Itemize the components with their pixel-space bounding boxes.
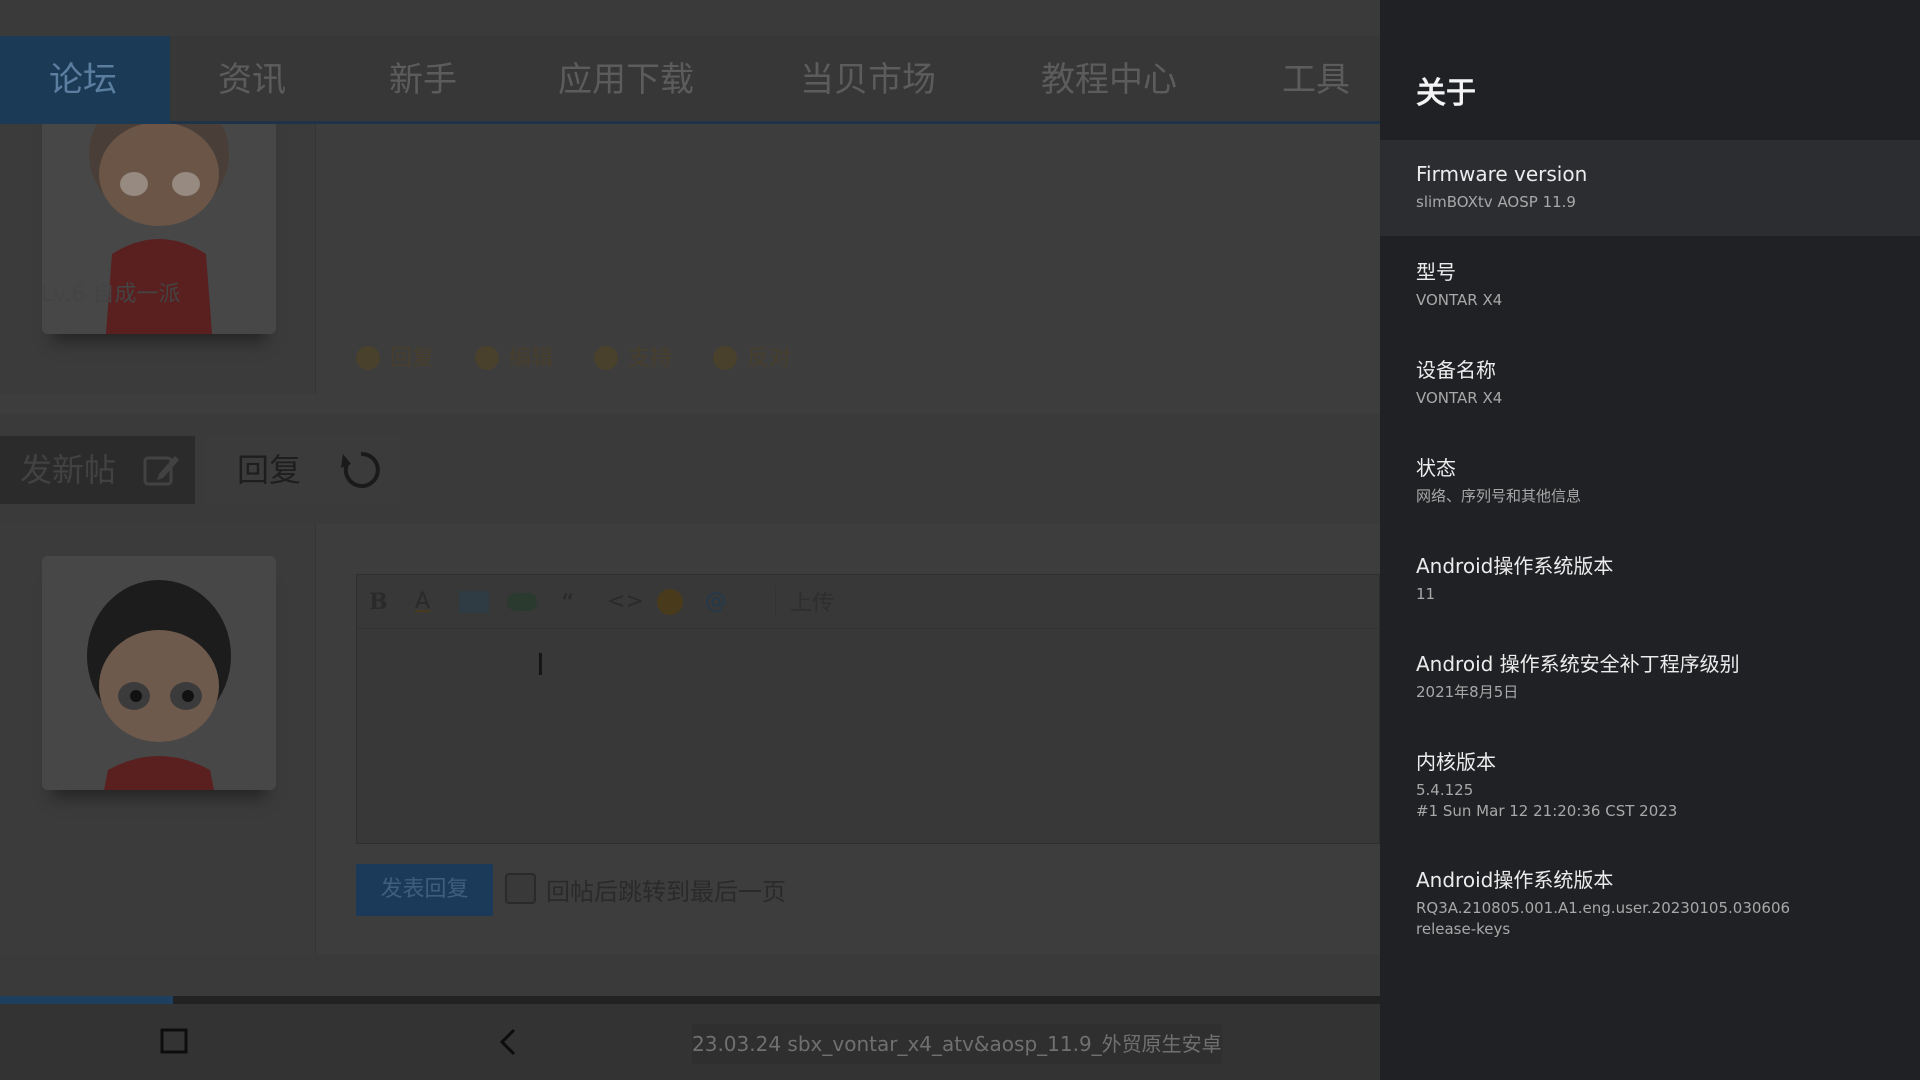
item-title: Android操作系统版本	[1416, 554, 1614, 578]
item-title: Android操作系统版本	[1416, 868, 1614, 892]
about-settings-panel: 关于 Firmware version slimBOXtv AOSP 11.9 …	[1380, 0, 1920, 1080]
settings-item-device-name[interactable]: 设备名称 VONTAR X4	[1380, 336, 1920, 432]
item-subtitle: VONTAR X4	[1416, 389, 1503, 407]
settings-item-model[interactable]: 型号 VONTAR X4	[1380, 238, 1920, 334]
panel-title: 关于	[1416, 76, 1476, 111]
browser-background: Lv.6 自成一派 回复 编辑 支持 反对 论坛 资讯 新手 应用下载 当贝市场…	[0, 0, 1380, 1080]
item-subtitle: 2021年8月5日	[1416, 683, 1519, 701]
settings-item-status[interactable]: 状态 网络、序列号和其他信息	[1380, 434, 1920, 530]
item-title: 型号	[1416, 260, 1456, 284]
item-subtitle: slimBOXtv AOSP 11.9	[1416, 193, 1576, 211]
item-subtitle: RQ3A.210805.001.A1.eng.user.20230105.030…	[1416, 899, 1791, 938]
dim-overlay	[0, 0, 1380, 1080]
item-title: 设备名称	[1416, 358, 1496, 382]
item-subtitle: 11	[1416, 585, 1436, 603]
item-title: 内核版本	[1416, 750, 1496, 774]
item-title: 状态	[1416, 456, 1456, 480]
settings-item-build-number[interactable]: Android操作系统版本 RQ3A.210805.001.A1.eng.use…	[1380, 846, 1920, 964]
item-title: Firmware version	[1416, 162, 1588, 186]
item-title: Android 操作系统安全补丁程序级别	[1416, 652, 1740, 676]
item-subtitle: 5.4.125 #1 Sun Mar 12 21:20:36 CST 2023	[1416, 781, 1678, 820]
settings-item-firmware-version[interactable]: Firmware version slimBOXtv AOSP 11.9	[1380, 140, 1920, 236]
settings-item-android-version[interactable]: Android操作系统版本 11	[1380, 532, 1920, 628]
item-subtitle: VONTAR X4	[1416, 291, 1503, 309]
item-subtitle: 网络、序列号和其他信息	[1416, 487, 1582, 505]
settings-item-kernel-version[interactable]: 内核版本 5.4.125 #1 Sun Mar 12 21:20:36 CST …	[1380, 728, 1920, 846]
settings-item-security-patch[interactable]: Android 操作系统安全补丁程序级别 2021年8月5日	[1380, 630, 1920, 726]
